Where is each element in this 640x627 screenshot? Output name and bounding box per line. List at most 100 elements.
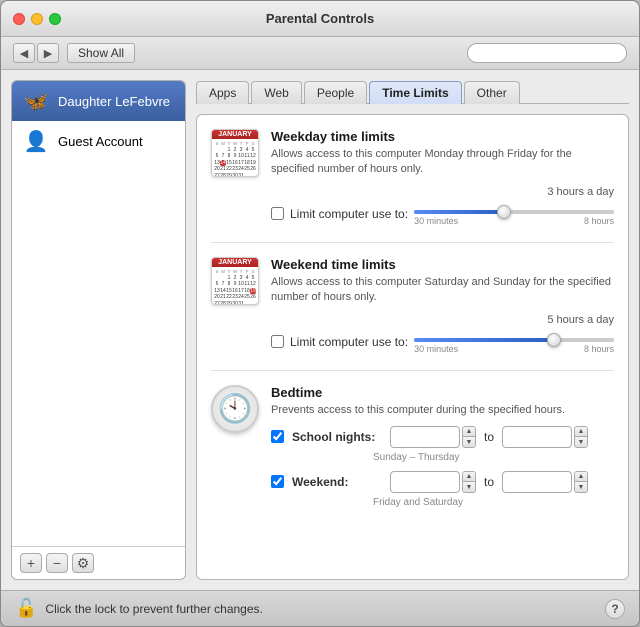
remove-account-button[interactable]: −	[46, 553, 68, 573]
weekday-limit-checkbox[interactable]	[271, 207, 284, 220]
weekday-slider-fill	[414, 210, 504, 214]
maximize-button[interactable]	[49, 13, 61, 25]
weekend-bedtime-start-up[interactable]: ▲	[463, 472, 475, 483]
tab-web[interactable]: Web	[251, 81, 301, 104]
school-nights-end-input[interactable]: 6:00 AM	[502, 426, 572, 448]
person-icon: 👤	[22, 127, 50, 155]
school-nights-end-up[interactable]: ▲	[575, 427, 587, 438]
title-bar: Parental Controls	[1, 1, 639, 37]
school-nights-row: School nights: 8:00 PM ▲ ▼ to 6:00 AM	[271, 426, 614, 448]
sidebar-item-daughter-label: Daughter LeFebvre	[58, 94, 170, 109]
school-nights-start-field: 8:00 PM ▲ ▼	[390, 426, 476, 448]
weekend-bedtime-start-input[interactable]: 10:00 PM	[390, 471, 460, 493]
weekend-bedtime-start-stepper: ▲ ▼	[462, 471, 476, 493]
school-nights-start-down[interactable]: ▼	[463, 437, 475, 447]
weekday-calendar-icon: JANUARY SMTWTFS 12345 6789101112 1314151…	[211, 129, 259, 177]
weekend-limit-checkbox[interactable]	[271, 335, 284, 348]
lock-icon: 🔓	[15, 598, 37, 619]
lock-text: Click the lock to prevent further change…	[45, 602, 262, 616]
weekend-cal-month: JANUARY	[212, 258, 258, 267]
weekday-time-label: 3 hours a day	[271, 186, 614, 198]
bedtime-text: Bedtime Prevents access to this computer…	[271, 385, 614, 516]
search-input[interactable]	[467, 43, 627, 63]
show-all-button[interactable]: Show All	[67, 43, 135, 63]
weekday-title: Weekday time limits	[271, 129, 614, 144]
weekday-slider-max: 8 hours	[584, 216, 614, 226]
weekend-bedtime-end-stepper: ▲ ▼	[574, 471, 588, 493]
weekend-slider-thumb[interactable]	[547, 333, 561, 347]
weekday-slider[interactable]: 30 minutes 8 hours	[414, 202, 614, 226]
weekday-text: Weekday time limits Allows access to thi…	[271, 129, 614, 226]
weekend-cal-body: SMTWTFS 12345 6789101112 13141516171819 …	[212, 267, 258, 305]
weekend-slider-max: 8 hours	[584, 344, 614, 354]
traffic-lights	[13, 13, 61, 25]
weekday-desc: Allows access to this computer Monday th…	[271, 147, 614, 178]
toolbar: ◀ ▶ Show All	[1, 37, 639, 70]
clock-icon: 🕙	[211, 385, 259, 433]
weekend-limit-row: Limit computer use to: 30 minutes 8 hour…	[271, 330, 614, 354]
school-nights-start-input[interactable]: 8:00 PM	[390, 426, 460, 448]
right-panel: Apps Web People Time Limits Other	[196, 80, 629, 580]
weekend-bedtime-end-down[interactable]: ▼	[575, 482, 587, 492]
weekend-bedtime-start-field: 10:00 PM ▲ ▼	[390, 471, 476, 493]
school-nights-start-stepper: ▲ ▼	[462, 426, 476, 448]
sidebar-item-daughter[interactable]: 🦋 Daughter LeFebvre	[12, 81, 185, 121]
weekend-bedtime-start-down[interactable]: ▼	[463, 482, 475, 492]
bedtime-desc: Prevents access to this computer during …	[271, 403, 614, 418]
weekend-bedtime-label: Weekend:	[292, 475, 382, 489]
weekend-slider[interactable]: 30 minutes 8 hours	[414, 330, 614, 354]
forward-button[interactable]: ▶	[37, 43, 59, 63]
nav-buttons: ◀ ▶	[13, 43, 59, 63]
school-nights-end-field: 6:00 AM ▲ ▼	[502, 426, 588, 448]
weekend-section: JANUARY SMTWTFS 12345 6789101112 1314151…	[211, 257, 614, 354]
school-nights-checkbox[interactable]	[271, 430, 284, 443]
school-nights-sublabel: Sunday – Thursday	[373, 452, 614, 463]
weekend-text: Weekend time limits Allows access to thi…	[271, 257, 614, 354]
back-button[interactable]: ◀	[13, 43, 35, 63]
weekday-limit-row: Limit computer use to: 30 minutes 8 hour…	[271, 202, 614, 226]
weekend-calendar-icon: JANUARY SMTWTFS 12345 6789101112 1314151…	[211, 257, 259, 305]
help-button[interactable]: ?	[605, 599, 625, 619]
weekend-bedtime-to: to	[484, 475, 494, 489]
section-divider-1	[211, 242, 614, 243]
tab-time-limits[interactable]: Time Limits	[369, 81, 461, 104]
weekday-slider-track	[414, 210, 614, 214]
school-nights-label: School nights:	[292, 430, 382, 444]
weekend-slider-labels: 30 minutes 8 hours	[414, 344, 614, 354]
sidebar-item-guest[interactable]: 👤 Guest Account	[12, 121, 185, 161]
school-nights-start-up[interactable]: ▲	[463, 427, 475, 438]
school-nights-to: to	[484, 430, 494, 444]
main-window: Parental Controls ◀ ▶ Show All 🦋 Daughte…	[0, 0, 640, 627]
weekend-bedtime-end-up[interactable]: ▲	[575, 472, 587, 483]
weekday-cal-body: SMTWTFS 12345 6789101112 13141516171819 …	[212, 139, 258, 177]
bedtime-title: Bedtime	[271, 385, 614, 400]
weekend-limit-label: Limit computer use to:	[290, 335, 408, 349]
school-nights-end-stepper: ▲ ▼	[574, 426, 588, 448]
weekend-bedtime-row: Weekend: 10:00 PM ▲ ▼ to 9:00 AM	[271, 471, 614, 493]
school-nights-end-down[interactable]: ▼	[575, 437, 587, 447]
tab-people[interactable]: People	[304, 81, 367, 104]
minimize-button[interactable]	[31, 13, 43, 25]
weekday-slider-thumb[interactable]	[497, 205, 511, 219]
tab-other[interactable]: Other	[464, 81, 520, 104]
sidebar-footer: + − ⚙	[12, 546, 185, 579]
sidebar-item-guest-label: Guest Account	[58, 134, 143, 149]
tab-apps[interactable]: Apps	[196, 81, 249, 104]
weekday-cal-month: JANUARY	[212, 130, 258, 139]
weekend-bedtime-end-field: 9:00 AM ▲ ▼	[502, 471, 588, 493]
bedtime-section: 🕙 Bedtime Prevents access to this comput…	[211, 385, 614, 516]
weekday-limit-label: Limit computer use to:	[290, 207, 408, 221]
tabs: Apps Web People Time Limits Other	[196, 80, 629, 104]
panel-content: JANUARY SMTWTFS 12345 6789101112 1314151…	[196, 114, 629, 580]
close-button[interactable]	[13, 13, 25, 25]
lock-button[interactable]: 🔓 Click the lock to prevent further chan…	[15, 598, 263, 619]
sidebar: 🦋 Daughter LeFebvre 👤 Guest Account + − …	[11, 80, 186, 580]
settings-button[interactable]: ⚙	[72, 553, 94, 573]
weekend-bedtime-checkbox[interactable]	[271, 475, 284, 488]
weekend-slider-track	[414, 338, 614, 342]
weekend-title: Weekend time limits	[271, 257, 614, 272]
weekday-section: JANUARY SMTWTFS 12345 6789101112 1314151…	[211, 129, 614, 226]
section-divider-2	[211, 370, 614, 371]
weekend-bedtime-end-input[interactable]: 9:00 AM	[502, 471, 572, 493]
add-account-button[interactable]: +	[20, 553, 42, 573]
